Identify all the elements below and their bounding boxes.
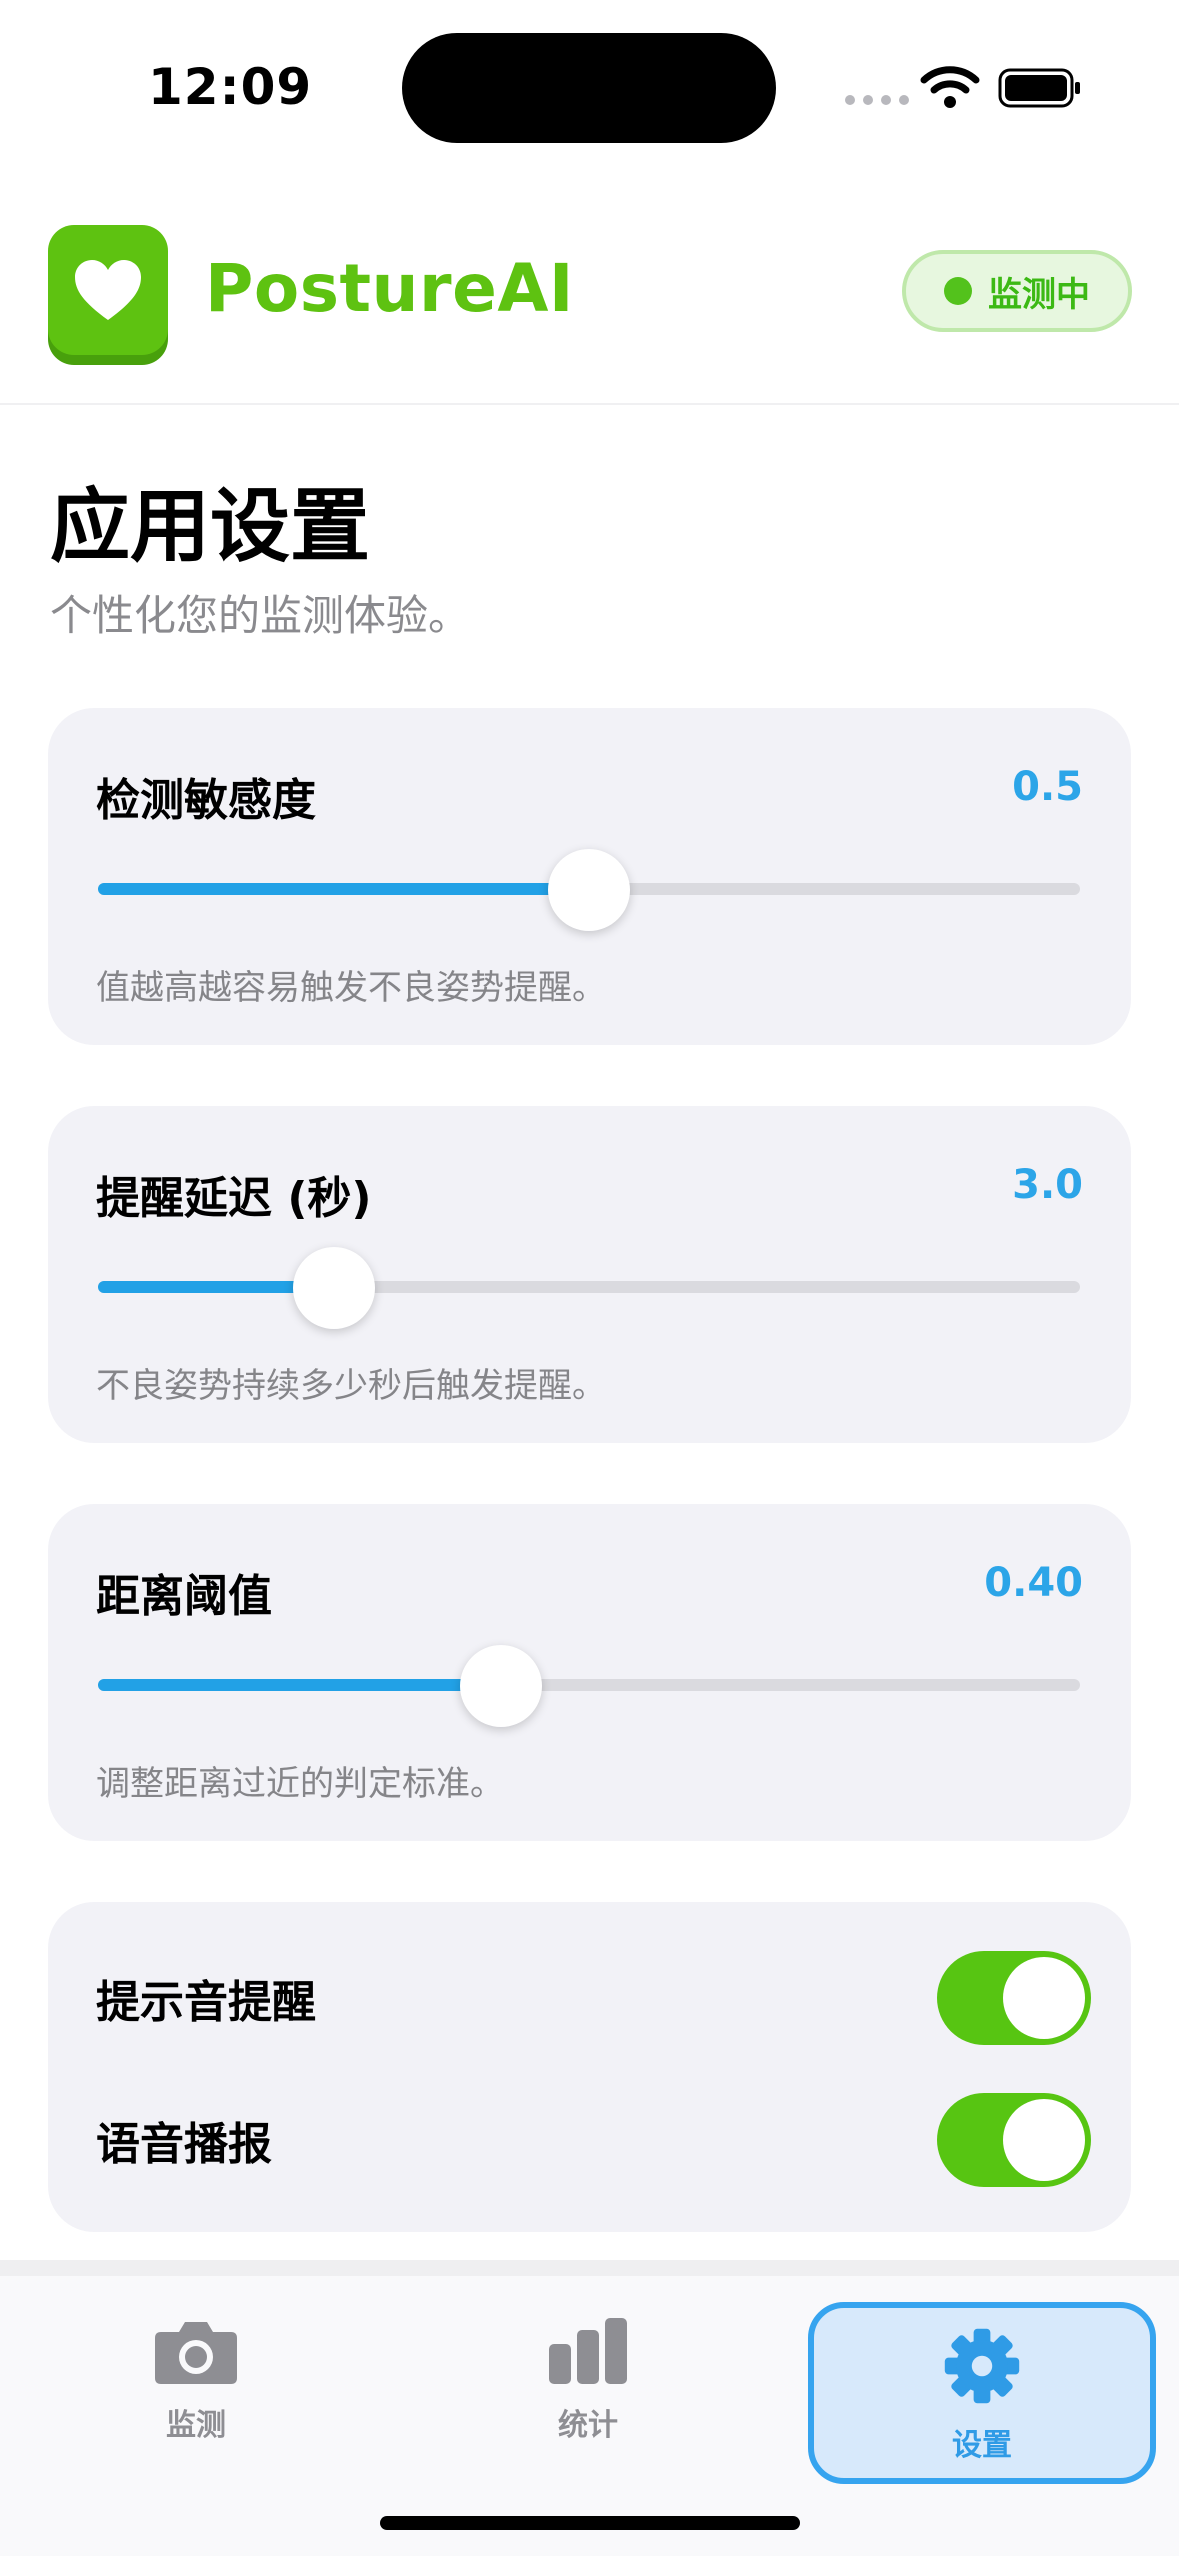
bar-chart-icon: [549, 2318, 627, 2384]
slider-fill: [98, 1679, 501, 1691]
gear-icon: [944, 2328, 1020, 2404]
heart-icon: [75, 260, 141, 320]
slider-thumb[interactable]: [548, 849, 630, 931]
app-logo: [48, 225, 168, 355]
page-subtitle: 个性化您的监测体验。: [50, 591, 471, 640]
toggle-knob: [1003, 2099, 1085, 2181]
dynamic-island: [402, 33, 776, 143]
slider-thumb[interactable]: [292, 1247, 375, 1329]
tab-statistics-label: 统计: [558, 2408, 618, 2443]
tab-bar: 监测 统计 设置: [0, 2260, 1179, 2556]
distance-threshold-card: 距离阈值 0.40 调整距离过近的判定标准。: [48, 1504, 1131, 1841]
voice-broadcast-row: 语音播报: [96, 2090, 1091, 2190]
wifi-icon: [920, 66, 980, 108]
monitoring-status-badge[interactable]: 监测中: [902, 250, 1132, 332]
sound-alert-label: 提示音提醒: [96, 1977, 316, 2028]
voice-broadcast-toggle[interactable]: [937, 2093, 1091, 2187]
toggle-knob: [1003, 1957, 1085, 2039]
alerts-toggle-card: 提示音提醒 语音播报: [48, 1902, 1131, 2232]
tab-monitor[interactable]: 监测: [96, 2316, 296, 2466]
distance-threshold-hint: 调整距离过近的判定标准。: [96, 1764, 504, 1804]
sensitivity-value: 0.5: [1012, 764, 1083, 810]
slider-thumb[interactable]: [459, 1645, 542, 1727]
tab-monitor-label: 监测: [166, 2408, 226, 2443]
page-title: 应用设置: [50, 480, 370, 573]
alert-delay-hint: 不良姿势持续多少秒后触发提醒。: [96, 1366, 606, 1406]
alert-delay-value: 3.0: [1012, 1162, 1083, 1208]
tab-settings-label: 设置: [952, 2428, 1012, 2463]
sensitivity-slider[interactable]: [98, 849, 1080, 931]
sensitivity-label: 检测敏感度: [96, 775, 316, 826]
cellular-signal-icon: [845, 95, 909, 105]
status-dot-icon: [944, 277, 972, 305]
tab-statistics[interactable]: 统计: [488, 2316, 688, 2466]
alert-delay-label: 提醒延迟 (秒): [96, 1173, 372, 1224]
sound-alert-toggle[interactable]: [937, 1951, 1091, 2045]
app-title: PostureAI: [205, 250, 574, 327]
home-indicator: [380, 2516, 800, 2530]
tab-settings[interactable]: 设置: [808, 2302, 1156, 2484]
alert-delay-slider[interactable]: [98, 1247, 1080, 1329]
distance-threshold-value: 0.40: [984, 1560, 1083, 1606]
status-time: 12:09: [148, 58, 313, 116]
sensitivity-card: 检测敏感度 0.5 值越高越容易触发不良姿势提醒。: [48, 708, 1131, 1045]
camera-icon: [155, 2322, 237, 2384]
status-badge-label: 监测中: [988, 274, 1090, 315]
distance-threshold-label: 距离阈值: [96, 1571, 272, 1622]
sound-alert-row: 提示音提醒: [96, 1948, 1091, 2048]
battery-icon: [998, 68, 1080, 108]
slider-fill: [98, 883, 589, 895]
alert-delay-card: 提醒延迟 (秒) 3.0 不良姿势持续多少秒后触发提醒。: [48, 1106, 1131, 1443]
distance-threshold-slider[interactable]: [98, 1645, 1080, 1727]
voice-broadcast-label: 语音播报: [96, 2119, 272, 2170]
sensitivity-hint: 值越高越容易触发不良姿势提醒。: [96, 968, 606, 1008]
app-header: PostureAI 监测中: [0, 200, 1179, 405]
